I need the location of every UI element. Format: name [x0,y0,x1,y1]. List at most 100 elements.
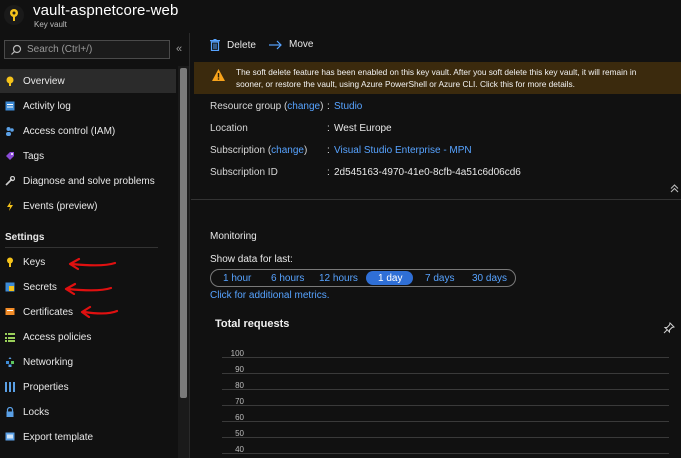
change-resource-group-link[interactable]: change [287,101,320,112]
sidebar-item-networking[interactable]: Networking [0,350,176,374]
change-subscription-link[interactable]: change [271,145,304,156]
annotation-arrow [64,282,113,295]
monitoring-title: Monitoring [210,231,257,242]
range-1-day[interactable]: 1 day [378,273,402,284]
scrollbar-thumb[interactable] [180,68,187,398]
banner-line-1: The soft delete feature has been enabled… [236,67,637,77]
range-1-hour[interactable]: 1 hour [223,273,251,284]
certificate-icon [5,307,15,317]
delete-button[interactable]: Delete [210,39,256,51]
activity-log-icon [5,101,15,111]
subscription-label: Subscription (change) [210,145,308,156]
gridline [222,437,669,438]
access-policies-icon [5,332,15,342]
secrets-icon [5,282,15,292]
resource-menu: Search (Ctrl+/) « Overview Activity log … [0,33,190,458]
warning-icon [212,69,225,84]
sidebar-item-locks[interactable]: Locks [0,400,176,424]
subscription-id-value: 2d545163-4970-41e0-8cfb-4a51c6d06cd6 [334,167,521,178]
range-12-hours[interactable]: 12 hours [319,273,358,284]
export-template-icon [5,432,15,442]
settings-section-title: Settings [5,232,45,243]
annotation-arrow [80,305,119,318]
sidebar-item-label: Export template [23,431,94,443]
arrow-right-icon [269,40,282,50]
pin-icon[interactable] [663,322,675,337]
sidebar-item-label: Diagnose and solve problems [23,175,155,187]
time-range-selector: 1 hour 6 hours 12 hours 1 day 7 days 30 … [210,269,516,287]
sidebar-item-label: Locks [23,406,50,418]
page-header: vault-aspnetcore-web Key vault [0,0,681,33]
subscription-value[interactable]: Visual Studio Enterprise - MPN [334,145,472,156]
range-30-days[interactable]: 30 days [472,273,507,284]
sidebar-item-label: Secrets [23,281,57,293]
sidebar-item-properties[interactable]: Properties [0,375,176,399]
banner-line-2: sooner, or restore the vault, using Azur… [236,79,575,89]
sidebar-item-activity-log[interactable]: Activity log [0,94,176,118]
collapse-menu-icon[interactable]: « [176,43,182,55]
sidebar-item-diagnose[interactable]: Diagnose and solve problems [0,169,176,193]
essentials-divider [191,199,681,200]
search-placeholder: Search (Ctrl+/) [27,44,93,55]
key-vault-icon [4,5,24,25]
section-divider [5,247,158,248]
location-value: West Europe [334,123,392,134]
delete-label: Delete [227,39,256,51]
lightning-icon [5,201,15,211]
sidebar-scrollbar[interactable] [178,66,189,458]
sidebar-item-label: Activity log [23,100,71,112]
sidebar-item-events[interactable]: Events (preview) [0,194,176,218]
sidebar-item-label: Access policies [23,331,92,343]
additional-metrics-link[interactable]: Click for additional metrics. [210,290,329,301]
sidebar-item-label: Networking [23,356,74,368]
sidebar-item-overview[interactable]: Overview [0,69,176,93]
gridline [222,373,669,374]
resource-group-label: Resource group (change) [210,101,324,112]
sidebar-item-tags[interactable]: Tags [0,144,176,168]
sidebar-item-label: Properties [23,381,69,393]
sidebar-item-label: Certificates [23,306,74,318]
sidebar-item-label: Events (preview) [23,200,98,212]
search-icon [10,44,22,59]
collapse-essentials-icon[interactable] [670,184,679,196]
networking-icon [5,357,15,367]
sidebar-item-label: Access control (IAM) [23,125,116,137]
wrench-icon [5,176,15,186]
range-6-hours[interactable]: 6 hours [271,273,304,284]
resource-type: Key vault [34,20,67,29]
total-requests-chart: 100 90 80 70 60 50 40 [191,343,681,458]
sidebar-item-export-template[interactable]: Export template [0,425,176,449]
soft-delete-banner[interactable]: The soft delete feature has been enabled… [194,62,681,94]
properties-icon [5,382,15,392]
gridline [222,405,669,406]
subscription-id-label: Subscription ID [210,167,278,178]
resource-title: vault-aspnetcore-web [33,2,179,19]
gridline [222,453,669,454]
location-label: Location [210,123,248,134]
total-requests-title: Total requests [215,318,290,330]
move-label: Move [289,39,314,50]
annotation-arrow [68,257,117,271]
sidebar-item-label: Tags [23,150,45,162]
gridline [222,421,669,422]
search-input[interactable]: Search (Ctrl+/) [4,40,170,59]
banner-text: The soft delete feature has been enabled… [236,66,681,90]
sidebar-item-label: Keys [23,256,46,268]
show-data-label: Show data for last: [210,254,293,265]
move-button[interactable]: Move [269,39,313,50]
overview-blade: Delete Move The soft delete feature has … [191,33,681,458]
key-icon [5,257,15,267]
sidebar-item-access-policies[interactable]: Access policies [0,325,176,349]
tags-icon [5,151,15,161]
gridline [222,357,669,358]
resource-group-value[interactable]: Studio [334,101,362,112]
access-control-icon [5,126,15,136]
lock-icon [5,407,15,417]
sidebar-item-label: Overview [23,75,65,87]
trash-icon [210,39,220,51]
overview-icon [5,76,15,86]
command-bar: Delete Move [191,33,681,60]
sidebar-item-access-control[interactable]: Access control (IAM) [0,119,176,143]
range-7-days[interactable]: 7 days [425,273,454,284]
gridline [222,389,669,390]
